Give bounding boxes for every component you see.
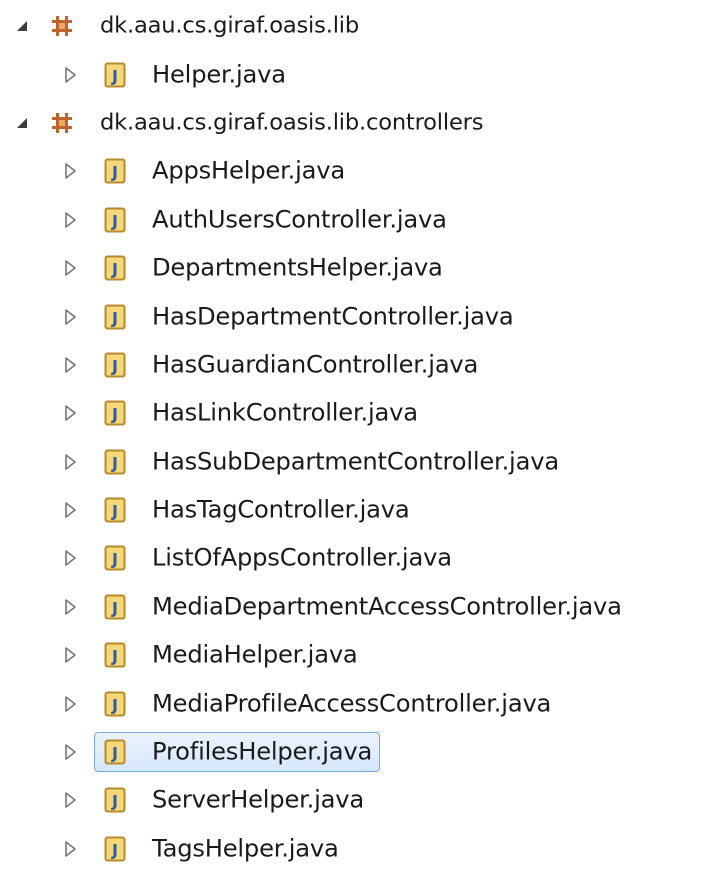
file-node[interactable]: J MediaHelper.java xyxy=(0,631,709,679)
expand-arrow-icon[interactable] xyxy=(60,645,80,665)
expand-arrow-icon[interactable] xyxy=(60,742,80,762)
file-name: ProfilesHelper.java xyxy=(152,737,373,766)
svg-text:J: J xyxy=(111,163,118,182)
file-name: ListOfAppsController.java xyxy=(152,543,452,572)
file-node[interactable]: J HasGuardianController.java xyxy=(0,341,709,389)
file-name: HasLinkController.java xyxy=(152,398,418,427)
expand-arrow-icon[interactable] xyxy=(60,210,80,230)
java-file-icon: J xyxy=(104,691,126,717)
file-name: HasTagController.java xyxy=(152,495,410,524)
package-node[interactable]: dk.aau.cs.giraf.oasis.lib xyxy=(0,2,709,50)
expand-arrow-icon[interactable] xyxy=(60,694,80,714)
file-name: TagsHelper.java xyxy=(152,834,339,863)
svg-text:J: J xyxy=(111,647,118,666)
java-file-icon: J xyxy=(104,787,126,813)
file-node[interactable]: J ListOfAppsController.java xyxy=(0,534,709,582)
java-file-icon: J xyxy=(104,594,126,620)
expand-arrow-icon[interactable] xyxy=(60,597,80,617)
expand-arrow-icon[interactable] xyxy=(60,403,80,423)
java-file-icon: J xyxy=(104,642,126,668)
svg-text:J: J xyxy=(111,453,118,472)
package-node[interactable]: dk.aau.cs.giraf.oasis.lib.controllers xyxy=(0,99,709,147)
file-node[interactable]: J TagsHelper.java xyxy=(0,825,709,873)
file-name: HasDepartmentController.java xyxy=(152,301,514,330)
file-node[interactable]: J HasDepartmentController.java xyxy=(0,292,709,340)
svg-text:J: J xyxy=(111,356,118,375)
expand-arrow-icon[interactable] xyxy=(60,500,80,520)
expand-arrow-icon[interactable] xyxy=(60,790,80,810)
file-node[interactable]: J AppsHelper.java xyxy=(0,147,709,195)
file-node[interactable]: J MediaDepartmentAccessController.java xyxy=(0,583,709,631)
collapse-arrow-icon[interactable] xyxy=(12,16,32,36)
svg-text:J: J xyxy=(111,550,118,569)
file-node[interactable]: J DepartmentsHelper.java xyxy=(0,244,709,292)
java-file-icon: J xyxy=(104,207,126,233)
file-name: ServerHelper.java xyxy=(152,785,365,814)
file-name: DepartmentsHelper.java xyxy=(152,253,443,282)
svg-text:J: J xyxy=(111,744,118,763)
expand-arrow-icon[interactable] xyxy=(60,258,80,278)
file-node[interactable]: J HasSubDepartmentController.java xyxy=(0,438,709,486)
package-icon xyxy=(50,111,74,135)
svg-text:J: J xyxy=(111,502,118,521)
java-file-icon: J xyxy=(104,400,126,426)
file-name: MediaDepartmentAccessController.java xyxy=(152,592,622,621)
java-file-icon: J xyxy=(104,255,126,281)
expand-arrow-icon[interactable] xyxy=(60,548,80,568)
file-name: AuthUsersController.java xyxy=(152,205,447,234)
package-icon xyxy=(50,14,74,38)
expand-arrow-icon[interactable] xyxy=(60,839,80,859)
file-name: AppsHelper.java xyxy=(152,156,345,185)
file-node[interactable]: J ServerHelper.java xyxy=(0,776,709,824)
expand-arrow-icon[interactable] xyxy=(60,452,80,472)
java-file-icon: J xyxy=(104,304,126,330)
file-node[interactable]: J MediaProfileAccessController.java xyxy=(0,679,709,727)
file-name: MediaHelper.java xyxy=(152,640,358,669)
java-file-icon: J xyxy=(104,545,126,571)
package-name: dk.aau.cs.giraf.oasis.lib xyxy=(100,12,359,39)
file-node[interactable]: J HasTagController.java xyxy=(0,486,709,534)
file-node[interactable]: J HasLinkController.java xyxy=(0,389,709,437)
svg-text:J: J xyxy=(111,260,118,279)
package-explorer-tree: dk.aau.cs.giraf.oasis.lib J Helper.java dk.… xyxy=(0,2,709,873)
file-name: HasSubDepartmentController.java xyxy=(152,447,559,476)
svg-text:J: J xyxy=(111,308,118,327)
java-file-icon: J xyxy=(104,62,126,88)
file-name: Helper.java xyxy=(152,59,286,88)
java-file-icon: J xyxy=(104,739,126,765)
expand-arrow-icon[interactable] xyxy=(60,161,80,181)
package-name: dk.aau.cs.giraf.oasis.lib.controllers xyxy=(100,109,484,136)
java-file-icon: J xyxy=(104,352,126,378)
file-node-selected[interactable]: J ProfilesHelper.java xyxy=(0,728,709,776)
java-file-icon: J xyxy=(104,497,126,523)
file-name: MediaProfileAccessController.java xyxy=(152,689,552,718)
java-file-icon: J xyxy=(104,449,126,475)
svg-text:J: J xyxy=(111,66,118,85)
expand-arrow-icon[interactable] xyxy=(60,355,80,375)
file-node[interactable]: J Helper.java xyxy=(0,50,709,98)
expand-arrow-icon[interactable] xyxy=(60,65,80,85)
svg-text:J: J xyxy=(111,211,118,230)
svg-text:J: J xyxy=(111,840,118,859)
expand-arrow-icon[interactable] xyxy=(60,307,80,327)
java-file-icon: J xyxy=(104,158,126,184)
svg-text:J: J xyxy=(111,792,118,811)
collapse-arrow-icon[interactable] xyxy=(12,113,32,133)
svg-text:J: J xyxy=(111,405,118,424)
file-node[interactable]: J AuthUsersController.java xyxy=(0,196,709,244)
svg-text:J: J xyxy=(111,598,118,617)
file-name: HasGuardianController.java xyxy=(152,350,479,379)
svg-text:J: J xyxy=(111,695,118,714)
